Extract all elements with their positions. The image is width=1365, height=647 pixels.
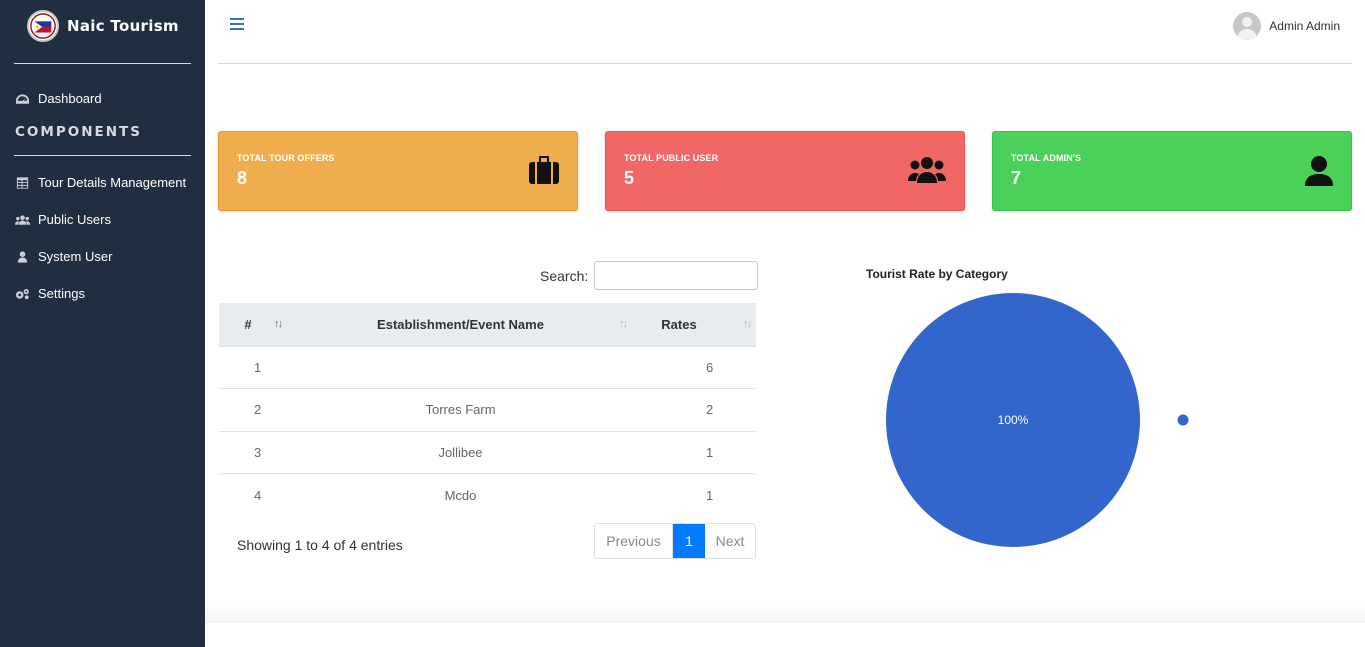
topbar-divider	[218, 63, 1352, 64]
sidebar-item-label: Public Users	[38, 212, 111, 227]
briefcase-icon	[529, 156, 559, 189]
user-menu[interactable]: Admin Admin	[1233, 12, 1340, 40]
table-info: Showing 1 to 4 of 4 entries	[237, 537, 403, 553]
sidebar-item-settings[interactable]: Settings	[0, 275, 205, 312]
cell-name: Mcdo	[289, 473, 632, 516]
column-header-rates[interactable]: Rates ↑↓	[632, 303, 756, 346]
sidebar-item-label: Dashboard	[38, 91, 102, 106]
cell-rate: 1	[632, 430, 756, 474]
slice-label: 100%	[998, 413, 1029, 427]
previous-page-button[interactable]: Previous	[595, 524, 673, 558]
sidebar-item-tour-details[interactable]: Tour Details Management	[0, 164, 205, 201]
page-1-button[interactable]: 1	[673, 524, 705, 558]
cell-number: 4	[219, 473, 289, 516]
sort-icon: ↑↓	[274, 318, 283, 330]
cell-rate: 1	[632, 473, 756, 516]
cell-number: 2	[219, 388, 289, 431]
sidebar: Naic Tourism Dashboard COMPONENTS Tour D…	[0, 0, 205, 647]
sort-icon: ↑↓	[619, 318, 628, 330]
card-value: 5	[624, 168, 635, 188]
column-header-label: Rates	[661, 316, 697, 332]
cell-number: 1	[219, 345, 289, 389]
column-header-label: Establishment/Event Name	[377, 316, 544, 332]
user-name: Admin Admin	[1269, 19, 1340, 33]
users-icon	[15, 214, 30, 225]
sort-icon: ↑↓	[743, 318, 752, 330]
sidebar-divider	[14, 63, 191, 64]
card-value: 7	[1011, 168, 1022, 188]
stat-card-admins: TOTAL ADMIN'S 7	[992, 131, 1352, 211]
search-label: Search:	[540, 267, 589, 284]
user-icon	[1305, 156, 1333, 191]
column-header-number[interactable]: # ↑↓	[219, 303, 289, 346]
cell-name: Jollibee	[289, 430, 632, 474]
sidebar-item-dashboard[interactable]: Dashboard	[0, 80, 205, 117]
chart-title: Tourist Rate by Category	[866, 267, 1008, 281]
brand[interactable]: Naic Tourism	[0, 0, 205, 52]
cell-rate: 6	[632, 345, 756, 389]
cell-name	[289, 345, 632, 389]
users-icon	[908, 156, 946, 189]
table-header-row: # ↑↓ Establishment/Event Name ↑↓ Rates ↑…	[219, 303, 756, 346]
table-row[interactable]: 4 Mcdo 1	[219, 473, 756, 516]
brand-logo-icon	[27, 10, 59, 42]
column-header-label: #	[244, 316, 252, 332]
search-input[interactable]	[594, 261, 759, 290]
stat-card-tour-offers: TOTAL TOUR OFFERS 8	[218, 131, 578, 211]
sidebar-item-label: System User	[38, 249, 113, 264]
topbar: Admin Admin	[205, 0, 1365, 52]
pagination: Previous 1 Next	[594, 523, 756, 559]
table-row[interactable]: 1 6	[219, 345, 756, 389]
sidebar-item-label: Settings	[38, 286, 85, 301]
pie-chart: 100%	[886, 293, 1189, 547]
column-header-name[interactable]: Establishment/Event Name ↑↓	[289, 303, 632, 346]
sidebar-divider	[14, 155, 191, 156]
sidebar-item-label: Tour Details Management	[38, 175, 187, 190]
user-icon	[17, 250, 28, 263]
rates-table: # ↑↓ Establishment/Event Name ↑↓ Rates ↑…	[219, 303, 756, 516]
cell-rate: 2	[632, 388, 756, 431]
card-title: TOTAL PUBLIC USER	[624, 153, 719, 163]
next-page-button[interactable]: Next	[705, 524, 755, 558]
table-row[interactable]: 3 Jollibee 1	[219, 430, 756, 474]
card-value: 8	[237, 168, 248, 188]
sidebar-item-system-user[interactable]: System User	[0, 238, 205, 275]
table-row[interactable]: 2 Torres Farm 2	[219, 388, 756, 431]
table-search: Search:	[540, 261, 759, 290]
table-icon	[16, 176, 29, 189]
cogs-icon	[15, 288, 29, 299]
legend-marker[interactable]	[1177, 414, 1189, 426]
card-title: TOTAL TOUR OFFERS	[237, 153, 335, 163]
sidebar-item-public-users[interactable]: Public Users	[0, 201, 205, 238]
footer	[205, 605, 1365, 623]
menu-toggle-icon[interactable]	[230, 18, 244, 30]
cell-number: 3	[219, 430, 289, 474]
stat-card-public-user: TOTAL PUBLIC USER 5	[605, 131, 965, 211]
avatar	[1233, 12, 1262, 40]
sidebar-heading: COMPONENTS	[15, 124, 142, 140]
card-title: TOTAL ADMIN'S	[1011, 153, 1082, 163]
cell-name: Torres Farm	[289, 388, 632, 431]
dashboard-icon	[15, 93, 30, 104]
brand-name: Naic Tourism	[67, 17, 179, 35]
